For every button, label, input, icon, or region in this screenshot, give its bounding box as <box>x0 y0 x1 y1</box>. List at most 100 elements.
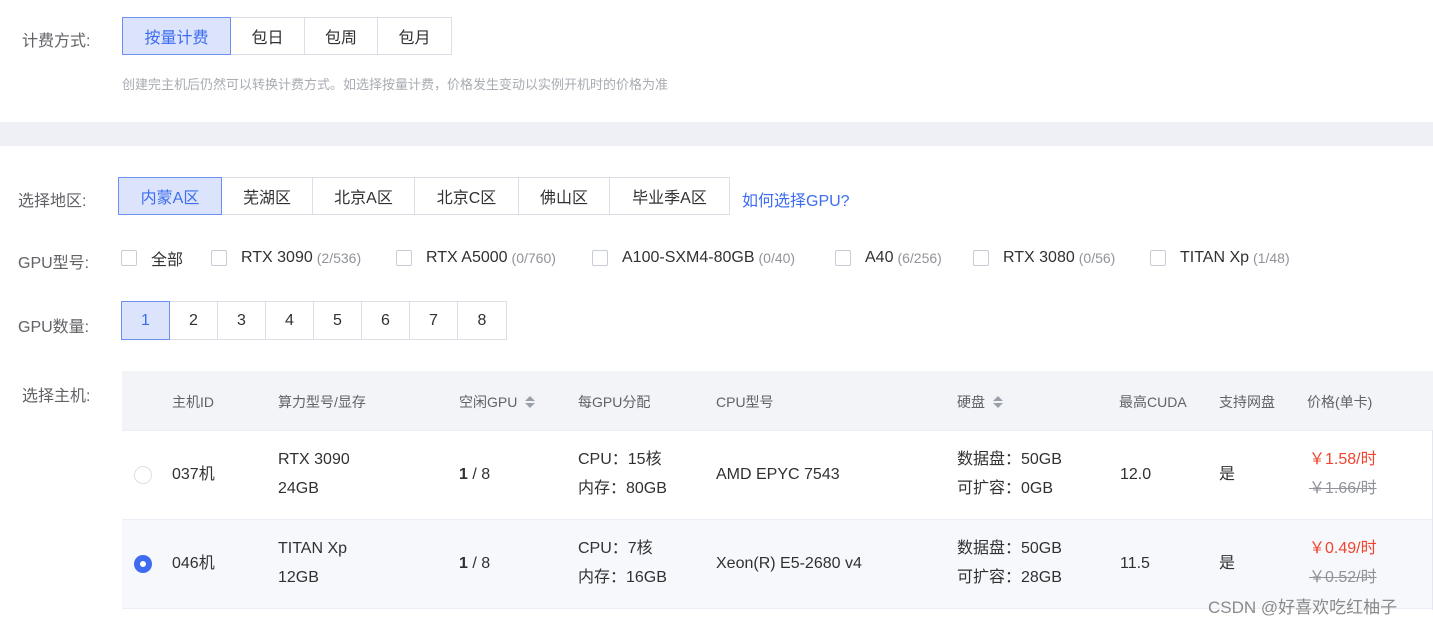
checkbox[interactable] <box>592 250 608 266</box>
region-options: 内蒙A区 芜湖区 北京A区 北京C区 佛山区 毕业季A区 <box>118 177 730 215</box>
gpu-model-rtx3090[interactable]: RTX 3090 (2/536) <box>211 247 361 269</box>
sort-icon[interactable] <box>525 396 536 408</box>
row-radio-selected[interactable] <box>134 555 152 573</box>
free-gpu-count: 1 <box>459 466 468 483</box>
column-disk[interactable]: 硬盘 <box>957 392 1003 412</box>
column-cpu-model: CPU型号 <box>716 394 774 410</box>
gpu-model-all[interactable]: 全部 <box>121 247 183 269</box>
gpu-model-count: (0/56) <box>1078 250 1116 266</box>
cpu-alloc: CPU：7核 <box>578 540 653 557</box>
price-current: ￥0.49/时 <box>1309 540 1377 557</box>
disk-expand: 可扩容：0GB <box>957 480 1054 497</box>
cpu-model: AMD EPYC 7543 <box>716 466 840 483</box>
section-divider <box>0 122 1433 146</box>
column-max-cuda: 最高CUDA <box>1119 394 1187 410</box>
gpu-model-count: (0/40) <box>758 250 796 266</box>
free-gpu: 1 / 8 <box>459 549 490 578</box>
region-option-foshan[interactable]: 佛山区 <box>518 177 610 215</box>
host-label: 选择主机: <box>22 388 91 405</box>
region-option-beijing-c[interactable]: 北京C区 <box>414 177 519 215</box>
total-gpu: / 8 <box>467 555 491 572</box>
free-gpu: 1 / 8 <box>459 460 490 489</box>
gpu-model: TITAN Xp <box>278 540 348 557</box>
column-per-gpu: 每GPU分配 <box>578 394 651 410</box>
gpu-model-count: (0/760) <box>511 250 556 266</box>
host-table: 主机ID 算力型号/显存 空闲GPU 每GPU分配 CPU型号 硬盘 最高CUD… <box>122 371 1433 611</box>
row-radio[interactable] <box>134 466 152 484</box>
billing-option-monthly[interactable]: 包月 <box>377 17 452 55</box>
host-id[interactable]: 046机 <box>172 549 215 578</box>
disk-data: 数据盘：50GB <box>957 451 1062 468</box>
gpu-model-count: (1/48) <box>1253 250 1290 266</box>
netdisk-support: 是 <box>1219 555 1236 572</box>
gpu-model-rtxa5000[interactable]: RTX A5000 (0/760) <box>396 247 556 269</box>
gpu-vram: 12GB <box>278 569 319 586</box>
gpu-model: RTX 3090 <box>278 451 350 468</box>
disk-data: 数据盘：50GB <box>957 540 1062 557</box>
gpu-model-titanxp[interactable]: TITAN Xp (1/48) <box>1150 247 1290 269</box>
price-current: ￥1.58/时 <box>1309 451 1377 468</box>
how-to-choose-gpu-link[interactable]: 如何选择GPU? <box>742 187 850 211</box>
price-original: ￥0.52/时 <box>1309 569 1377 586</box>
checkbox[interactable] <box>396 250 412 266</box>
gpu-model-count: (6/256) <box>897 250 942 266</box>
gpu-count-options: 1 2 3 4 5 6 7 8 <box>121 301 507 340</box>
column-free-gpu[interactable]: 空闲GPU <box>459 392 536 412</box>
gpu-count-7[interactable]: 7 <box>409 301 458 340</box>
gpu-model-name: RTX A5000 <box>426 249 508 266</box>
column-free-gpu-label: 空闲GPU <box>459 394 518 410</box>
gpu-model-name: TITAN Xp <box>1180 249 1250 266</box>
billing-option-weekly[interactable]: 包周 <box>304 17 378 55</box>
max-cuda: 11.5 <box>1120 555 1150 572</box>
gpu-model-a40[interactable]: A40 (6/256) <box>835 247 942 269</box>
mem-alloc: 内存：80GB <box>578 480 667 497</box>
billing-label: 计费方式: <box>22 33 91 50</box>
billing-option-daily[interactable]: 包日 <box>230 17 305 55</box>
billing-option-pay-as-you-go[interactable]: 按量计费 <box>122 17 231 55</box>
gpu-model-a100[interactable]: A100-SXM4-80GB (0/40) <box>592 247 795 269</box>
gpu-count-3[interactable]: 3 <box>217 301 266 340</box>
gpu-count-2[interactable]: 2 <box>169 301 218 340</box>
mem-alloc: 内存：16GB <box>578 569 667 586</box>
region-label: 选择地区: <box>18 193 87 210</box>
checkbox[interactable] <box>211 250 227 266</box>
gpu-model-name: A100-SXM4-80GB <box>622 249 755 266</box>
region-option-neimeng-a[interactable]: 内蒙A区 <box>118 177 222 215</box>
max-cuda: 12.0 <box>1120 466 1152 483</box>
checkbox[interactable] <box>1150 250 1166 266</box>
column-price: 价格(单卡) <box>1307 394 1373 410</box>
region-option-wuhu[interactable]: 芜湖区 <box>221 177 313 215</box>
gpu-model-label: GPU型号: <box>18 255 90 272</box>
gpu-count-4[interactable]: 4 <box>265 301 314 340</box>
gpu-model-count: (2/536) <box>316 250 362 266</box>
sort-icon[interactable] <box>993 396 1003 408</box>
gpu-vram: 24GB <box>278 480 319 497</box>
region-option-graduation-a[interactable]: 毕业季A区 <box>609 177 730 215</box>
region-option-beijing-a[interactable]: 北京A区 <box>312 177 415 215</box>
gpu-count-6[interactable]: 6 <box>361 301 410 340</box>
gpu-count-1[interactable]: 1 <box>121 301 170 340</box>
column-host-id: 主机ID <box>172 394 214 410</box>
gpu-count-8[interactable]: 8 <box>457 301 507 340</box>
gpu-model-name: 全部 <box>151 252 184 269</box>
table-header: 主机ID 算力型号/显存 空闲GPU 每GPU分配 CPU型号 硬盘 最高CUD… <box>122 371 1433 431</box>
column-disk-label: 硬盘 <box>957 394 985 410</box>
gpu-count-5[interactable]: 5 <box>313 301 362 340</box>
column-netdisk: 支持网盘 <box>1219 394 1275 410</box>
table-row[interactable]: 037机 RTX 3090 24GB 1 / 8 CPU：15核 内存：80GB… <box>122 431 1433 520</box>
checkbox[interactable] <box>973 250 989 266</box>
cpu-model: Xeon(R) E5-2680 v4 <box>716 555 862 572</box>
billing-hint: 创建完主机后仍然可以转换计费方式。如选择按量计费，价格发生变动以实例开机时的价格… <box>122 77 669 92</box>
gpu-count-label: GPU数量: <box>18 319 90 336</box>
total-gpu: / 8 <box>467 466 491 483</box>
disk-expand: 可扩容：28GB <box>957 569 1062 586</box>
gpu-model-name: RTX 3080 <box>1003 249 1075 266</box>
gpu-model-name: RTX 3090 <box>241 249 313 266</box>
checkbox[interactable] <box>835 250 851 266</box>
price-original: ￥1.66/时 <box>1309 480 1377 497</box>
watermark: CSDN @好喜欢吃红柚子 <box>1208 598 1398 617</box>
gpu-model-rtx3080[interactable]: RTX 3080 (0/56) <box>973 247 1115 269</box>
host-id[interactable]: 037机 <box>172 460 215 489</box>
checkbox[interactable] <box>121 250 137 266</box>
billing-options: 按量计费 包日 包周 包月 <box>122 17 452 55</box>
